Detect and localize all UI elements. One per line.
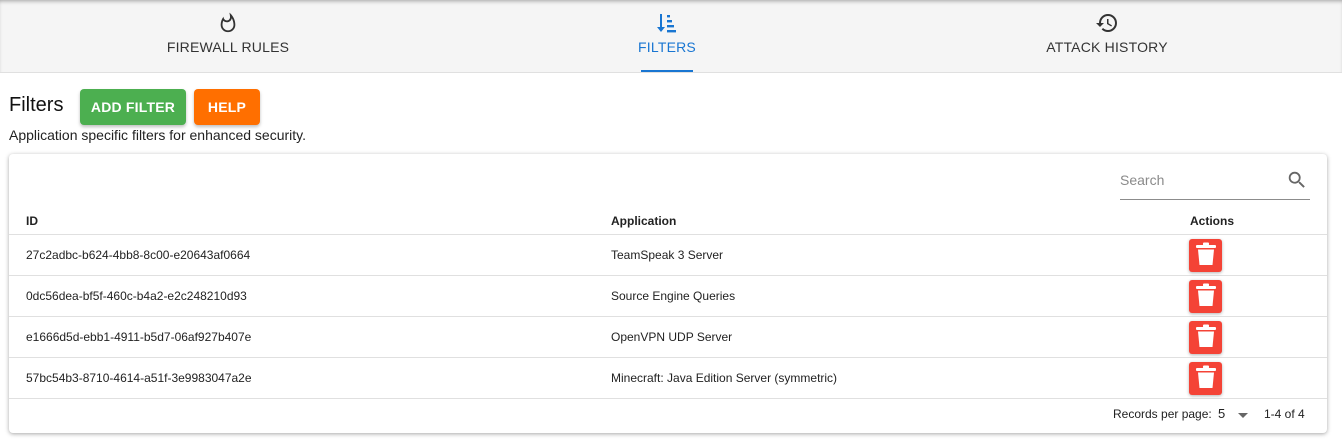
delete-filter-button[interactable] [1189, 280, 1222, 313]
delete-filter-button[interactable] [1189, 362, 1222, 395]
tab-filters-label: FILTERS [638, 39, 696, 55]
trash-icon [1195, 324, 1217, 351]
tab-filters[interactable]: FILTERS [626, 0, 708, 72]
filters-table-card: ID Application Actions 27c2adbc-b624-4bb… [9, 154, 1327, 433]
sort-descending-icon [655, 11, 679, 35]
chevron-down-icon [1237, 408, 1249, 426]
page-subtitle: Application specific filters for enhance… [9, 127, 306, 143]
filter-application: Minecraft: Java Edition Server (symmetri… [611, 371, 838, 385]
tab-bar: FIREWALL RULES FILTERS ATTACK HISTORY [0, 0, 1342, 73]
tab-attack-history-label: ATTACK HISTORY [1046, 39, 1168, 55]
trash-icon [1195, 283, 1217, 310]
table-row: 27c2adbc-b624-4bb8-8c00-e20643af0664 Tea… [9, 235, 1327, 276]
filter-id: 0dc56dea-bf5f-460c-b4a2-e2c248210d93 [26, 289, 247, 303]
filter-application: OpenVPN UDP Server [611, 330, 733, 344]
page-title: Filters [9, 94, 64, 116]
search-icon[interactable] [1286, 169, 1308, 191]
trash-icon [1195, 242, 1217, 269]
column-header-actions: Actions [1190, 214, 1235, 228]
history-icon [1095, 11, 1119, 35]
filter-id: 57bc54b3-8710-4614-a51f-3e9983047a2e [26, 371, 252, 385]
flame-icon [216, 11, 240, 35]
search-input[interactable] [1120, 168, 1280, 192]
table-row: e1666d5d-ebb1-4911-b5d7-06af927b407e Ope… [9, 317, 1327, 358]
delete-filter-button[interactable] [1189, 239, 1222, 272]
records-per-page-label: Records per page: [1113, 407, 1212, 421]
table-row: 0dc56dea-bf5f-460c-b4a2-e2c248210d93 Sou… [9, 276, 1327, 317]
trash-icon [1195, 365, 1217, 392]
column-header-application[interactable]: Application [611, 214, 676, 228]
filter-application: TeamSpeak 3 Server [611, 248, 724, 262]
filter-id: 27c2adbc-b624-4bb8-8c00-e20643af0664 [26, 248, 251, 262]
delete-filter-button[interactable] [1189, 321, 1222, 354]
records-per-page-value: 5 [1218, 406, 1226, 421]
table-footer: Records per page: 5 1-4 of 4 [9, 399, 1327, 429]
help-button[interactable]: HELP [194, 89, 260, 125]
tab-firewall-rules-label: FIREWALL RULES [166, 39, 290, 55]
tab-firewall-rules[interactable]: FIREWALL RULES [150, 0, 306, 72]
filter-id: e1666d5d-ebb1-4911-b5d7-06af927b407e [26, 330, 252, 344]
records-per-page-select[interactable]: 5 [1217, 403, 1251, 425]
search-field [1120, 164, 1310, 200]
active-tab-indicator [641, 70, 693, 72]
tab-attack-history[interactable]: ATTACK HISTORY [1032, 0, 1182, 72]
table-row: 57bc54b3-8710-4614-a51f-3e9983047a2e Min… [9, 358, 1327, 399]
pagination-info: 1-4 of 4 [1264, 407, 1305, 421]
filter-application: Source Engine Queries [611, 289, 736, 303]
add-filter-button[interactable]: ADD FILTER [80, 89, 186, 125]
column-header-id[interactable]: ID [26, 214, 38, 228]
